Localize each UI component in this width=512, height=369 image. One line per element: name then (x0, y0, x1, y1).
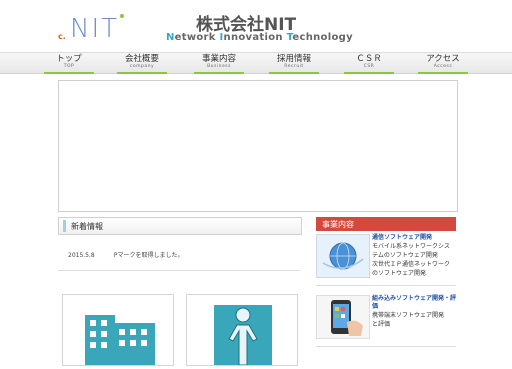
nav-sub-label: TOP (63, 64, 75, 69)
logo-c: c. (58, 32, 66, 41)
nav-underline (269, 72, 319, 74)
tagline-cap-n: N (166, 32, 175, 43)
nav-underline (418, 72, 468, 74)
nav-item-recruit[interactable]: 採用情報 Recruit (265, 54, 323, 74)
nav-sub-label: Access (433, 64, 453, 69)
nav-item-company[interactable]: 会社概要 company (113, 54, 171, 74)
nav-label: アクセス (426, 54, 460, 64)
tagline-rest-i: nnovation (223, 32, 287, 43)
nav-sub-label: CSR (363, 64, 375, 69)
business-heading-title: 事業内容 (322, 220, 354, 229)
global-nav: トップ TOP 会社概要 company 事業内容 Business 採用情報 … (0, 52, 512, 74)
nav-underline (194, 72, 244, 74)
recruit-tile[interactable] (186, 294, 298, 366)
company-tile[interactable] (62, 294, 174, 366)
nav-item-access[interactable]: アクセス Access (414, 54, 472, 74)
business-item-desc-line: と評価 (372, 321, 391, 328)
business-item-desc-line: のソフトウェア開発 (372, 270, 427, 277)
nav-underline (44, 72, 94, 74)
nav-label: 事業内容 (201, 54, 236, 64)
business-item-telecom[interactable]: 通信ソフトウェア開発 モバイル系ネットワークシス テムのソフトウェア開発 次世代… (316, 234, 456, 280)
news-divider (58, 270, 300, 271)
tagline: Network Innovation Technology (166, 32, 353, 43)
nav-label: 採用情報 (276, 54, 311, 64)
business-item-title[interactable]: 組み込みソフトウェア開発・評価 (372, 295, 456, 311)
nav-label: 会社概要 (124, 54, 159, 64)
business-item-desc-line: 携帯端末ソフトウェア開発 (372, 312, 445, 319)
news-text: Pマークを取得しました。 (113, 252, 184, 259)
business-item-desc-line: 次世代ＩＰ通信ネットワーク (372, 261, 451, 268)
nav-underline (117, 72, 167, 74)
person-icon (214, 305, 272, 366)
business-item-embedded[interactable]: 組み込みソフトウェア開発・評価 携帯端末ソフトウェア開発 と評価 (316, 295, 456, 341)
nav-sub-label: Business (207, 64, 231, 69)
building-icon (85, 315, 155, 365)
nav-underline (344, 72, 394, 74)
tagline-rest-n: etwork (174, 32, 220, 43)
news-date: 2015.5.8 (68, 252, 95, 259)
business-divider (316, 346, 456, 347)
business-heading: 事業内容 (316, 217, 456, 231)
news-item[interactable]: 2015.5.8 Pマークを取得しました。 (68, 250, 184, 259)
business-item-title[interactable]: 通信ソフトウェア開発 (372, 234, 456, 242)
nav-item-csr[interactable]: ＣＳＲ CSR (340, 54, 398, 74)
news-heading: 新着情報 (58, 217, 302, 235)
heading-accent (63, 220, 66, 232)
smartphone-icon (317, 296, 369, 338)
nav-label: トップ (56, 54, 82, 64)
tagline-rest-t: echnology (292, 32, 353, 43)
nav-sub-label: Recruit (284, 64, 304, 69)
business-divider (316, 285, 456, 286)
company-logo[interactable]: c. NIT (58, 10, 130, 46)
nav-item-business[interactable]: 事業内容 Business (190, 54, 248, 74)
news-heading-title: 新着情報 (71, 222, 103, 231)
business-item-desc-line: モバイル系ネットワークシス (372, 243, 451, 250)
nav-item-top[interactable]: トップ TOP (40, 54, 98, 74)
nav-sub-label: company (129, 64, 155, 69)
business-item-desc-line: テムのソフトウェア開発 (372, 252, 438, 259)
nav-label: ＣＳＲ (356, 54, 382, 64)
main-banner (58, 80, 458, 212)
smartphone-thumbnail (316, 295, 370, 339)
logo-nit: NIT (70, 14, 119, 44)
globe-icon (317, 235, 369, 277)
logo-dot (120, 14, 124, 18)
globe-network-thumbnail (316, 234, 370, 278)
